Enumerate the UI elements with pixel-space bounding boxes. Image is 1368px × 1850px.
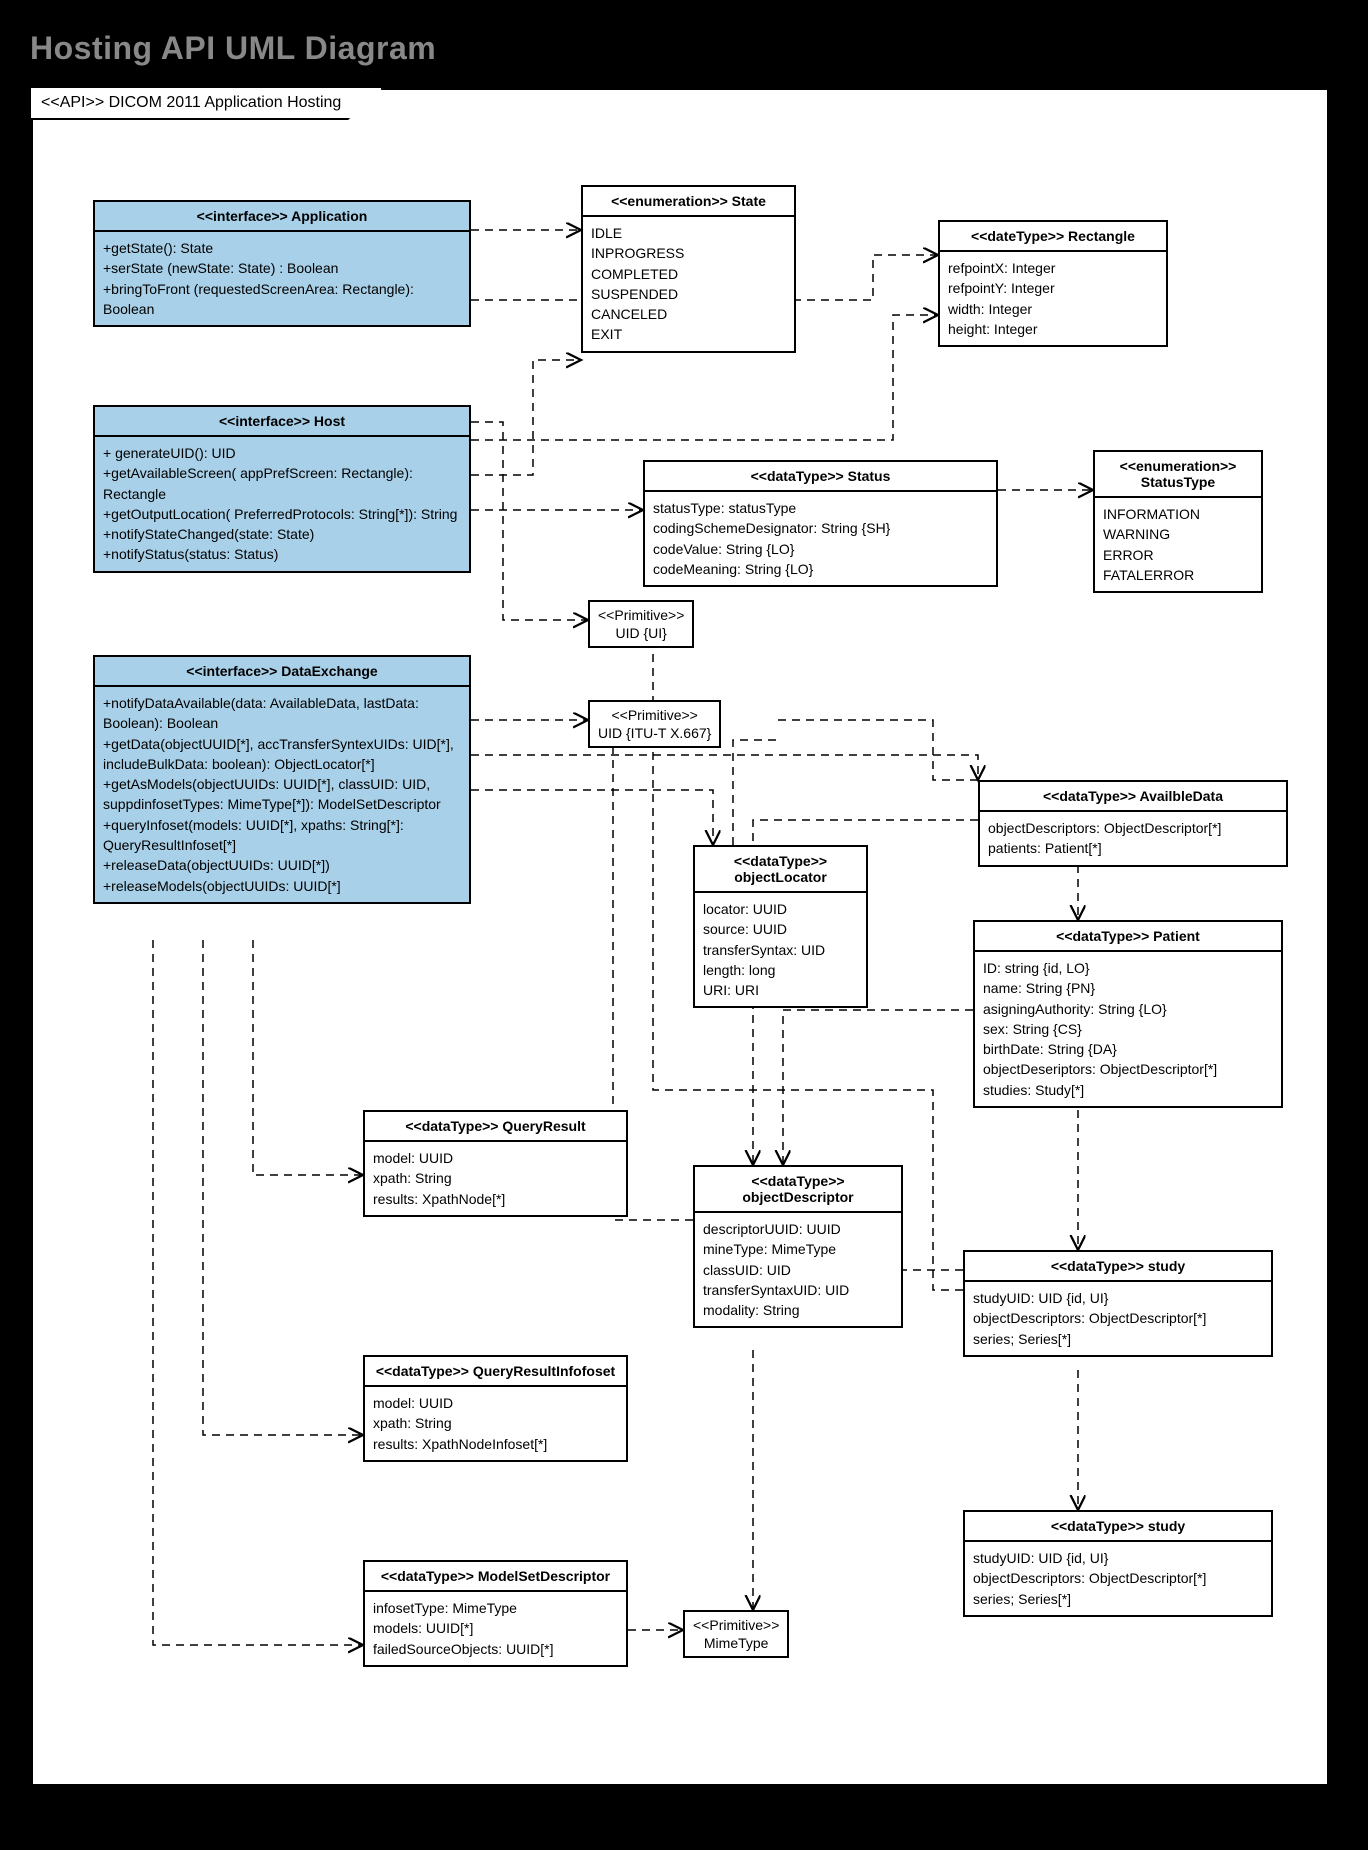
datatype-study-2: <<dataType>> study studyUID: UID {id, UI… bbox=[963, 1510, 1273, 1617]
primitive-uid-ui: <<Primitive>> UID {UI} bbox=[588, 600, 694, 648]
datatype-queryresult: <<dataType>> QueryResult model: UUID xpa… bbox=[363, 1110, 628, 1217]
datatype-objectdescriptor: <<dataType>> objectDescriptor descriptor… bbox=[693, 1165, 903, 1328]
class-body: +getState(): State +serState (newState: … bbox=[95, 232, 469, 325]
class-header: <<interface>> Application bbox=[95, 202, 469, 232]
datatype-queryresultinfoset: <<dataType>> QueryResultInfofoset model:… bbox=[363, 1355, 628, 1462]
class-application: <<interface>> Application +getState(): S… bbox=[93, 200, 471, 327]
class-dataexchange: <<interface>> DataExchange +notifyDataAv… bbox=[93, 655, 471, 904]
enum-statustype: <<enumeration>> StatusType INFORMATION W… bbox=[1093, 450, 1263, 593]
datatype-availabledata: <<dataType>> AvailbleData objectDescript… bbox=[978, 780, 1288, 867]
enum-state: <<enumeration>> State IDLE INPROGRESS CO… bbox=[581, 185, 796, 353]
primitive-uid-itu: <<Primitive>> UID {ITU-T X.667} bbox=[588, 700, 721, 748]
datatype-patient: <<dataType>> Patient ID: string {id, LO}… bbox=[973, 920, 1283, 1108]
package-tab: <<API>> DICOM 2011 Application Hosting bbox=[31, 88, 383, 120]
class-host: <<interface>> Host + generateUID(): UID … bbox=[93, 405, 471, 573]
datatype-objectlocator: <<dataType>> objectLocator locator: UUID… bbox=[693, 845, 868, 1008]
datatype-status: <<dataType>> Status statusType: statusTy… bbox=[643, 460, 998, 587]
primitive-mimetype: <<Primitive>> MimeType bbox=[683, 1610, 789, 1658]
datatype-rectangle: <<dateType>> Rectangle refpointX: Intege… bbox=[938, 220, 1168, 347]
datatype-study-1: <<dataType>> study studyUID: UID {id, UI… bbox=[963, 1250, 1273, 1357]
page-title: Hosting API UML Diagram bbox=[30, 30, 1338, 67]
datatype-modelsetdescriptor: <<dataType>> ModelSetDescriptor infosetT… bbox=[363, 1560, 628, 1667]
diagram-canvas: <<API>> DICOM 2011 Application Hosting bbox=[30, 87, 1330, 1787]
